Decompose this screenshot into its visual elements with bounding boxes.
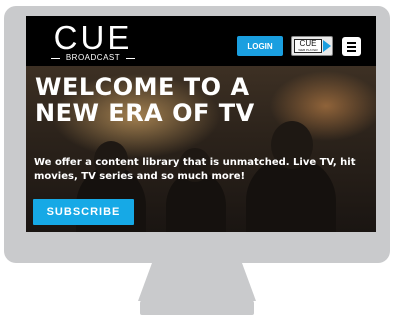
logo-divider-right: [126, 58, 135, 59]
header-bar: CUE BROADCAST LOGIN CUE WEB PLAYER: [26, 16, 376, 66]
subscribe-button[interactable]: SUBSCRIBE: [33, 199, 134, 225]
website-screen: CUE BROADCAST LOGIN CUE WEB PLAYER WELCO…: [26, 16, 376, 232]
hero-title-line-2: NEW ERA OF TV: [35, 99, 255, 127]
logo-text: CUE: [53, 19, 133, 56]
monitor-stand-base: [140, 300, 254, 315]
web-player-logo-text: CUE: [299, 39, 317, 48]
monitor-frame: CUE BROADCAST LOGIN CUE WEB PLAYER WELCO…: [4, 6, 390, 263]
brand-logo[interactable]: CUE BROADCAST: [48, 19, 138, 65]
logo-subtitle: BROADCAST: [65, 53, 121, 62]
monitor-stand-neck: [138, 263, 256, 301]
hero-title-line-1: WELCOME TO A: [35, 73, 250, 101]
hero-title: WELCOME TO A NEW ERA OF TV: [35, 74, 375, 126]
web-player-button[interactable]: CUE WEB PLAYER: [291, 36, 333, 56]
web-player-logo: CUE WEB PLAYER: [294, 39, 322, 53]
hero-description-line-1: We offer a content library that is unmat…: [34, 157, 356, 168]
web-player-subtitle: WEB PLAYER: [298, 48, 318, 52]
play-arrow-icon: [323, 40, 331, 52]
login-button[interactable]: LOGIN: [237, 36, 283, 56]
hamburger-menu-icon[interactable]: [342, 37, 361, 56]
hero-description-line-2: movies, TV series and so much more!: [34, 171, 246, 182]
hero-description: We offer a content library that is unmat…: [34, 156, 374, 184]
